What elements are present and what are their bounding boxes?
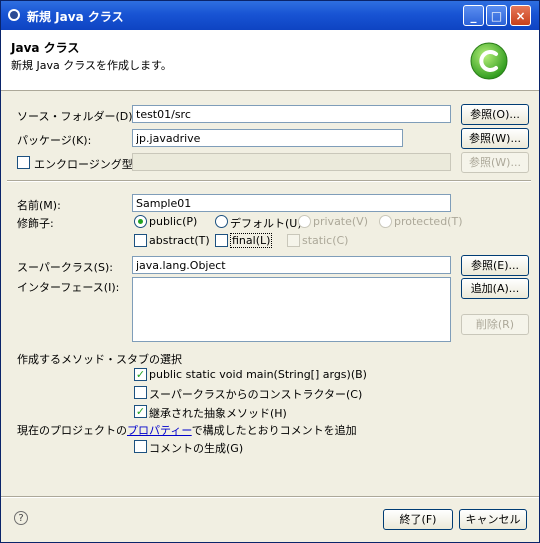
- private-label: private(V): [313, 215, 368, 228]
- public-radio[interactable]: [134, 215, 147, 228]
- footer-separator: [1, 496, 539, 498]
- static-checkbox[interactable]: [287, 234, 300, 247]
- generate-comments-checkbox[interactable]: [134, 440, 147, 453]
- comments-description: 現在のプロジェクトのプロパティーで構成したとおりコメントを追加: [17, 422, 357, 438]
- minimize-button[interactable]: _: [463, 5, 484, 26]
- interfaces-remove-button[interactable]: 削除(R): [461, 314, 529, 335]
- eclipse-icon: [8, 9, 20, 21]
- main-method-checkbox[interactable]: ✓: [134, 368, 147, 381]
- protected-label: protected(T): [394, 215, 463, 228]
- default-radio[interactable]: [215, 215, 228, 228]
- new-class-wizard-icon: [470, 42, 508, 80]
- interfaces-add-button[interactable]: 追加(A)...: [461, 278, 529, 299]
- constructors-checkbox[interactable]: [134, 386, 147, 399]
- cancel-button[interactable]: キャンセル: [459, 509, 527, 530]
- interfaces-list[interactable]: [132, 277, 451, 342]
- package-input[interactable]: [132, 129, 403, 147]
- enclosing-type-checkbox[interactable]: [17, 156, 30, 169]
- name-input[interactable]: [132, 194, 451, 212]
- close-button[interactable]: ×: [510, 5, 531, 26]
- comments-suffix: で構成したとおりコメントを追加: [191, 424, 357, 437]
- package-label: パッケージ(K):: [17, 134, 92, 147]
- new-java-class-dialog: 新規 Java クラス _ □ × Java クラス 新規 Java クラスを作…: [0, 0, 540, 543]
- default-label: デフォルト(U): [230, 217, 302, 230]
- protected-radio[interactable]: [379, 215, 392, 228]
- method-stubs-label: 作成するメソッド・スタブの選択: [17, 353, 182, 366]
- superclass-input[interactable]: [132, 256, 451, 274]
- abstract-label: abstract(T): [149, 234, 210, 247]
- abstract-checkbox[interactable]: [134, 234, 147, 247]
- maximize-button[interactable]: □: [486, 5, 507, 26]
- main-method-label: public static void main(String[] args)(B…: [149, 368, 367, 381]
- superclass-browse-button[interactable]: 参照(E)...: [461, 255, 529, 276]
- final-checkbox[interactable]: [215, 234, 228, 247]
- separator: [7, 180, 531, 182]
- title-bar[interactable]: 新規 Java クラス _ □ ×: [1, 1, 539, 30]
- package-browse-button[interactable]: 参照(W)...: [461, 128, 529, 149]
- name-label: 名前(M):: [17, 199, 61, 212]
- superclass-label: スーパークラス(S):: [17, 261, 113, 274]
- final-label: final(L): [230, 233, 273, 248]
- source-folder-browse-button[interactable]: 参照(O)...: [461, 104, 529, 125]
- page-description: 新規 Java クラスを作成します。: [11, 59, 172, 72]
- help-icon[interactable]: ?: [14, 511, 28, 525]
- enclosing-type-browse-button[interactable]: 参照(W)...: [461, 152, 529, 173]
- private-radio[interactable]: [298, 215, 311, 228]
- properties-link[interactable]: プロパティー: [127, 424, 192, 437]
- enclosing-type-input[interactable]: [132, 153, 451, 171]
- inherited-methods-checkbox[interactable]: ✓: [134, 405, 147, 418]
- source-folder-label: ソース・フォルダー(D):: [17, 110, 137, 123]
- wizard-header: Java クラス 新規 Java クラスを作成します。: [1, 30, 539, 91]
- window-title: 新規 Java クラス: [27, 10, 124, 24]
- source-folder-input[interactable]: [132, 105, 451, 123]
- constructors-label: スーパークラスからのコンストラクター(C): [149, 388, 363, 401]
- generate-comments-label: コメントの生成(G): [149, 442, 244, 455]
- page-title: Java クラス: [11, 41, 80, 55]
- static-label: static(C): [302, 234, 349, 247]
- public-label: public(P): [149, 215, 198, 228]
- comments-prefix: 現在のプロジェクトの: [17, 424, 127, 437]
- modifiers-label: 修飾子:: [17, 217, 54, 230]
- finish-button[interactable]: 終了(F): [383, 509, 453, 530]
- interfaces-label: インターフェース(I):: [17, 281, 120, 294]
- inherited-methods-label: 継承された抽象メソッド(H): [149, 407, 287, 420]
